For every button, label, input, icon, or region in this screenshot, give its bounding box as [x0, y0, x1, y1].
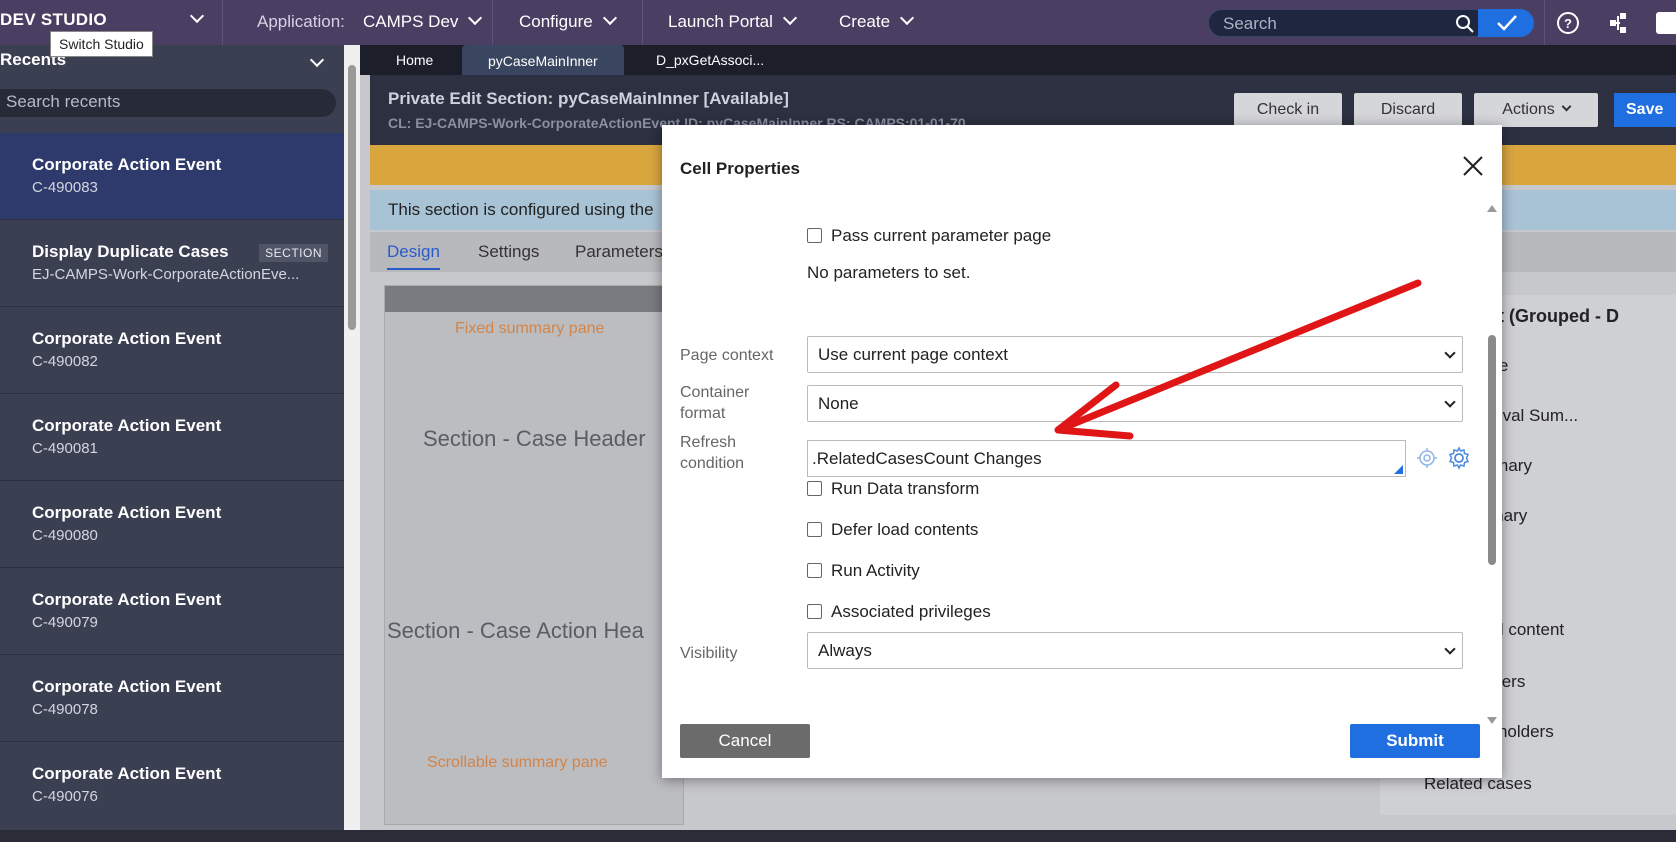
- annotation-arrow: [1054, 279, 1422, 440]
